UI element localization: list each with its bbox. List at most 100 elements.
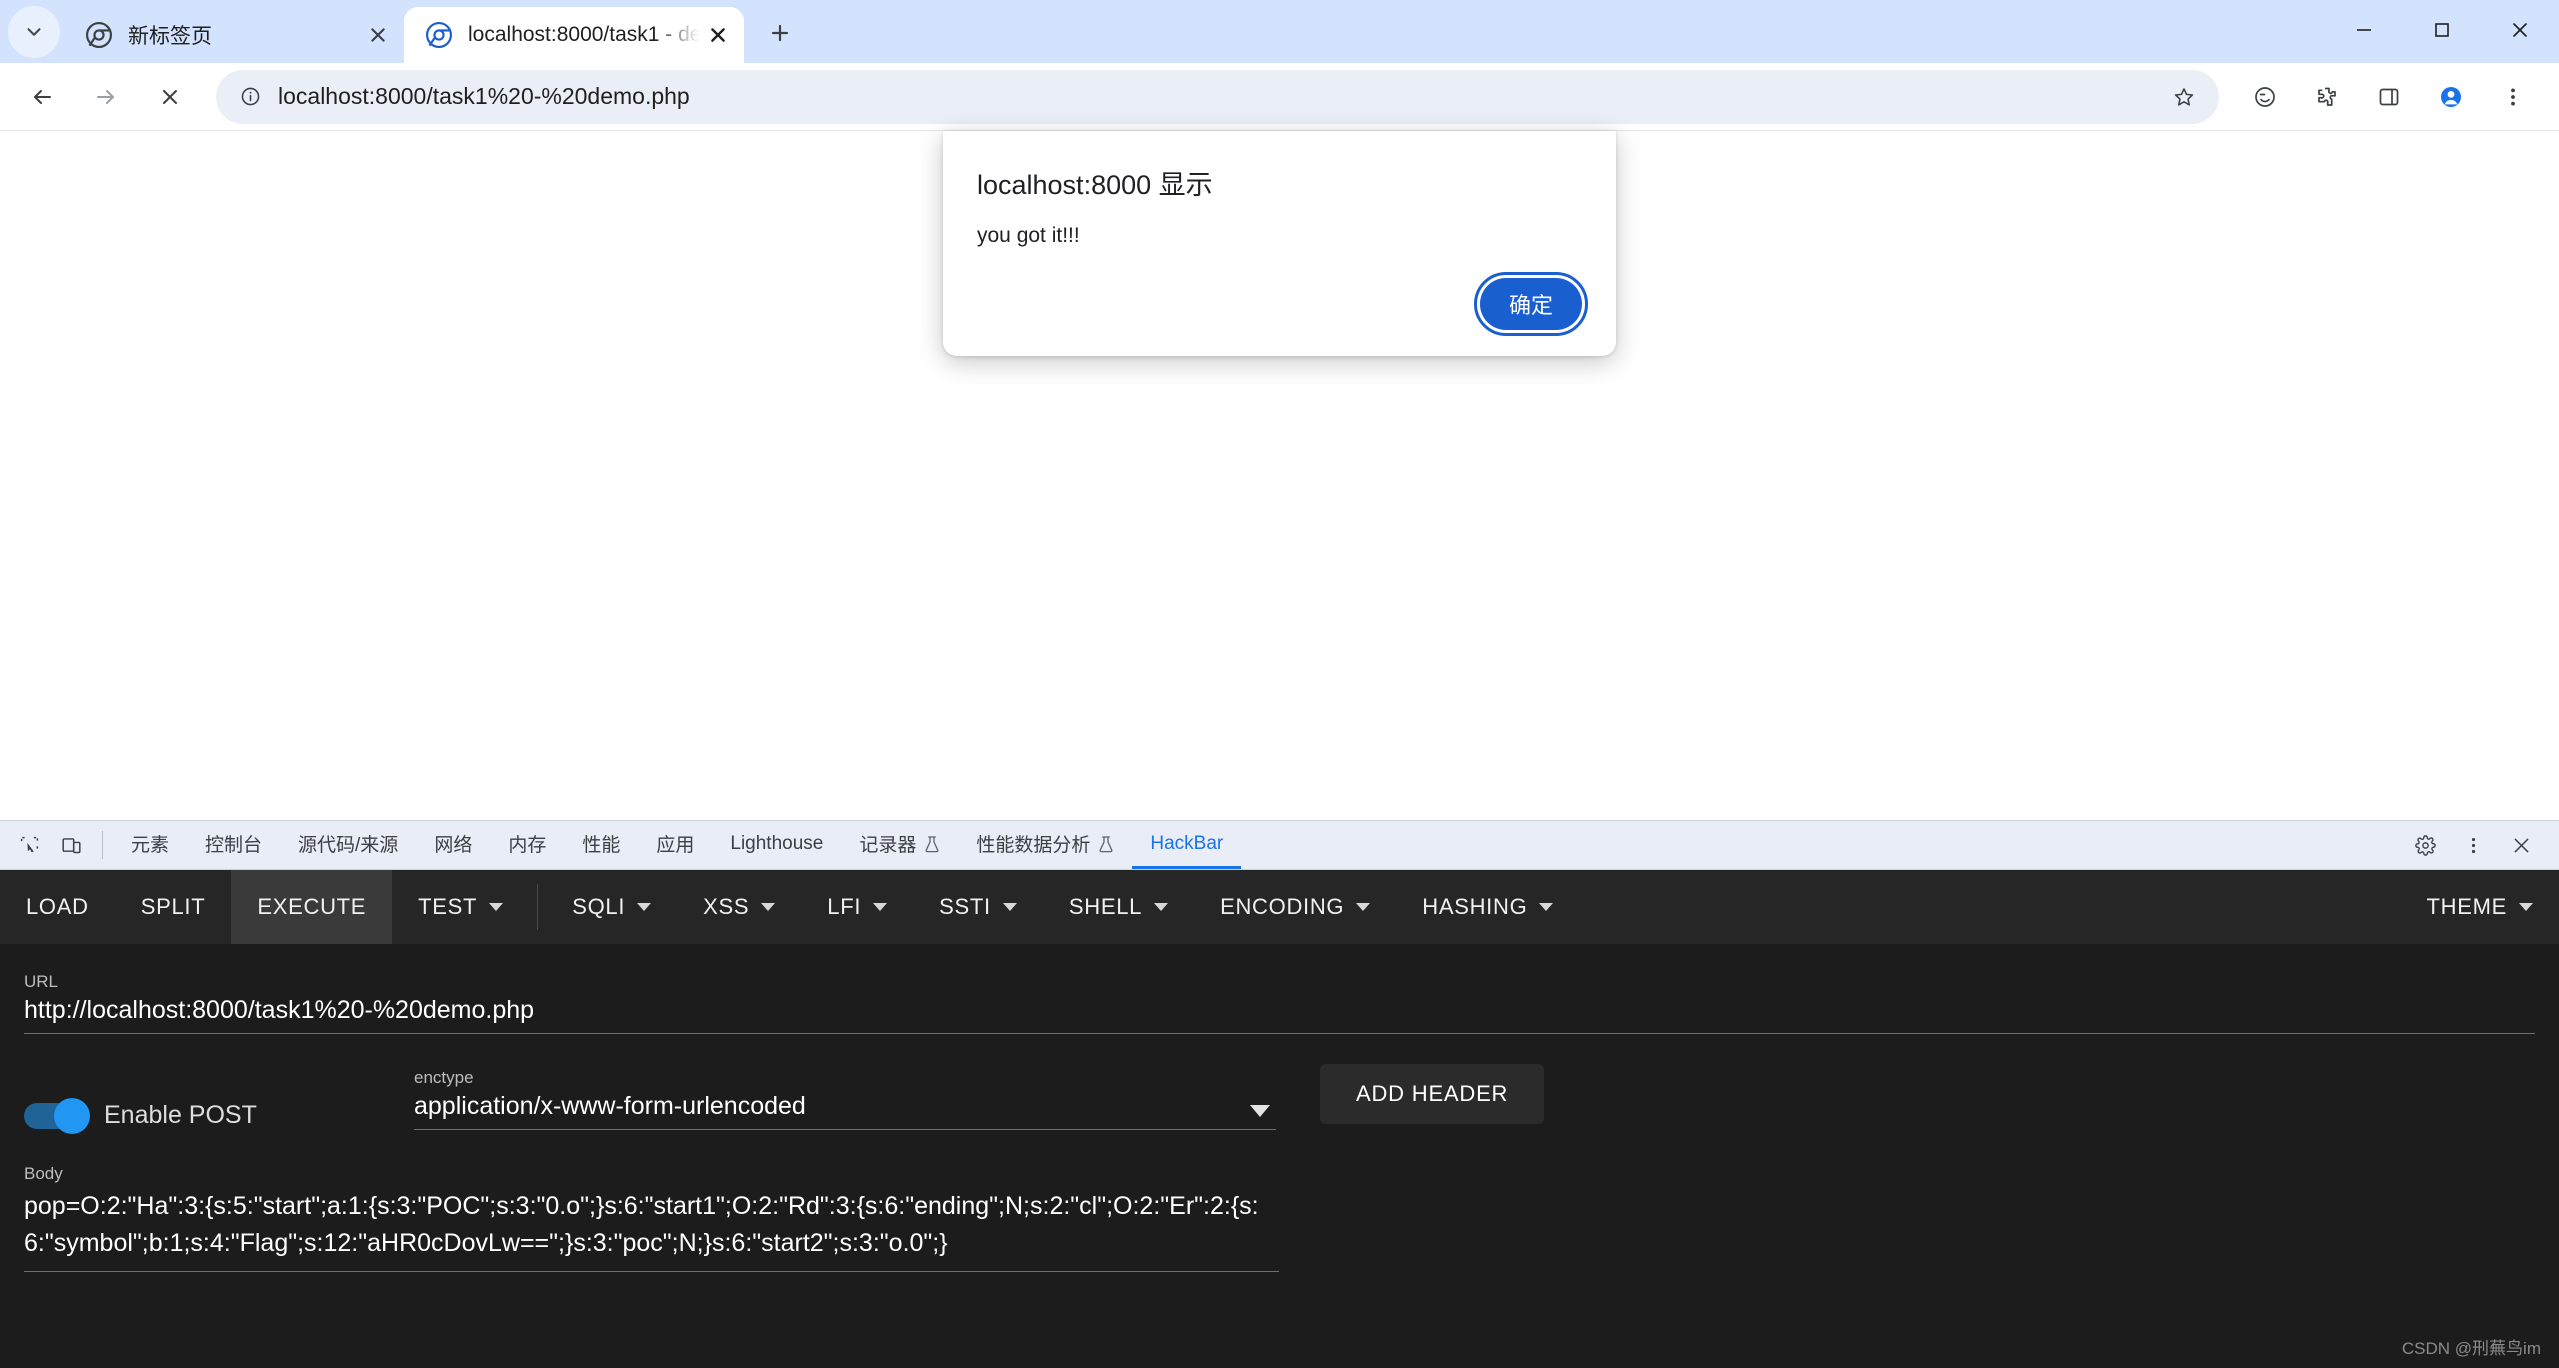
device-toolbar-icon[interactable]: [50, 821, 92, 869]
hackbar-theme-menu[interactable]: THEME: [2401, 870, 2559, 944]
hackbar-shell-menu[interactable]: SHELL: [1043, 870, 1194, 944]
body-field-label: Body: [24, 1164, 63, 1183]
browser-tabstrip: 新标签页 localhost:8000/task1 - demo.: [0, 0, 806, 63]
more-options-icon[interactable]: [2449, 835, 2497, 856]
experiment-flask-icon: [1098, 835, 1114, 853]
window-controls: [2325, 0, 2559, 60]
chevron-down-icon: [1002, 903, 1017, 911]
body-field-row: Body pop=O:2:"Ha":3:{s:5:"start";a:1:{s:…: [24, 1164, 1279, 1272]
chevron-down-icon: [637, 903, 652, 911]
enctype-select[interactable]: application/x-www-form-urlencoded: [414, 1092, 1276, 1129]
enctype-label: enctype: [414, 1068, 474, 1087]
browser-tab-title: 新标签页: [128, 25, 212, 48]
devtools-tab-application[interactable]: 应用: [638, 821, 712, 869]
hackbar-xss-menu[interactable]: XSS: [677, 870, 801, 944]
devtools-tab-elements[interactable]: 元素: [113, 821, 187, 869]
hackbar-form: URL http://localhost:8000/task1%20-%20de…: [0, 944, 2559, 1368]
hackbar-panel: LOAD SPLIT EXECUTE TEST SQLI XSS LFI SST…: [0, 870, 2559, 1368]
url-field-underline: [24, 1033, 2535, 1034]
browser-tab-1[interactable]: localhost:8000/task1 - demo.: [404, 7, 744, 63]
enable-post-label: Enable POST: [104, 1101, 257, 1129]
devtools-tab-network[interactable]: 网络: [416, 821, 490, 869]
hackbar-test-menu[interactable]: TEST: [392, 870, 529, 944]
toggle-knob: [54, 1097, 90, 1134]
hackbar-execute-button[interactable]: EXECUTE: [231, 870, 393, 944]
dialog-ok-button[interactable]: 确定: [1474, 272, 1588, 336]
tab-close-icon[interactable]: [700, 17, 736, 53]
tab-search-chevron-icon[interactable]: [8, 6, 60, 58]
tab-label: 性能: [582, 835, 621, 856]
enctype-field-underline: [414, 1129, 1276, 1130]
hackbar-load-button[interactable]: LOAD: [0, 870, 115, 944]
devtools-panel: 元素 控制台 源代码/来源 网络 内存 性能 应用 Lighthouse 记录器…: [0, 820, 2559, 1368]
hackbar-lfi-menu[interactable]: LFI: [801, 870, 913, 944]
minimize-icon[interactable]: [2325, 0, 2403, 60]
button-label: LFI: [827, 894, 862, 919]
devtools-tab-memory[interactable]: 内存: [490, 821, 564, 869]
close-icon[interactable]: [2481, 0, 2559, 60]
devtools-tab-performance[interactable]: 性能: [564, 821, 638, 869]
close-devtools-icon[interactable]: [2497, 835, 2545, 856]
profile-avatar-icon[interactable]: [2423, 69, 2479, 125]
tab-label: 内存: [508, 835, 547, 856]
settings-gear-icon[interactable]: [2401, 834, 2449, 856]
body-field-underline: [24, 1271, 1279, 1272]
body-input[interactable]: pop=O:2:"Ha":3:{s:5:"start";a:1:{s:3:"PO…: [24, 1188, 1279, 1271]
toolbar-divider: [537, 884, 539, 930]
hackbar-encoding-menu[interactable]: ENCODING: [1194, 870, 1396, 944]
chrome-icon: [86, 22, 112, 48]
omnibox[interactable]: localhost:8000/task1%20-%20demo.php: [216, 69, 2219, 124]
maximize-icon[interactable]: [2403, 0, 2481, 60]
add-header-button[interactable]: ADD HEADER: [1320, 1064, 1545, 1124]
hackbar-toolbar: LOAD SPLIT EXECUTE TEST SQLI XSS LFI SST…: [0, 870, 2559, 944]
chevron-down-icon: [1356, 903, 1371, 911]
devtools-tab-console[interactable]: 控制台: [187, 821, 280, 869]
extensions-puzzle-icon[interactable]: [2299, 69, 2355, 125]
url-input[interactable]: http://localhost:8000/task1%20-%20demo.p…: [24, 996, 2535, 1033]
arrow-back-icon[interactable]: [14, 69, 70, 125]
tab-close-icon[interactable]: [360, 17, 396, 53]
screen-root: 新标签页 localhost:8000/task1 - demo.: [0, 0, 2559, 1368]
hackbar-hashing-menu[interactable]: HASHING: [1396, 870, 1579, 944]
arrow-forward-icon[interactable]: [78, 69, 134, 125]
devtools-tab-performance-insights[interactable]: 性能数据分析: [958, 821, 1132, 869]
inspect-element-icon[interactable]: [8, 821, 50, 869]
tabbar-spacer: [1241, 821, 2380, 869]
devtools-tab-sources[interactable]: 源代码/来源: [280, 821, 416, 869]
side-panel-icon[interactable]: [2361, 69, 2417, 125]
enctype-value: application/x-www-form-urlencoded: [414, 1092, 806, 1120]
toolbar-divider: [102, 831, 103, 859]
chevron-down-icon: [1539, 903, 1554, 911]
tab-label: 源代码/来源: [298, 835, 399, 856]
devtools-tab-hackbar[interactable]: HackBar: [1132, 821, 1242, 869]
enable-post-toggle[interactable]: Enable POST: [24, 1097, 414, 1134]
star-icon[interactable]: [2163, 76, 2205, 118]
devtools-tab-lighthouse[interactable]: Lighthouse: [712, 821, 841, 869]
button-label: SSTI: [939, 894, 991, 919]
button-label: XSS: [703, 894, 750, 919]
chevron-down-icon: [873, 903, 888, 911]
browser-tab-0[interactable]: 新标签页: [64, 7, 404, 63]
stop-loading-icon[interactable]: [142, 69, 198, 125]
info-circle-icon[interactable]: [230, 77, 270, 117]
chevron-down-icon: [489, 903, 504, 911]
kebab-menu-icon[interactable]: [2485, 69, 2541, 125]
enctype-field[interactable]: enctype application/x-www-form-urlencode…: [414, 1068, 1276, 1130]
hackbar-sqli-menu[interactable]: SQLI: [546, 870, 677, 944]
new-tab-button[interactable]: [754, 7, 806, 59]
javascript-alert-dialog: localhost:8000 显示 you got it!!! 确定: [943, 131, 1616, 356]
omnibox-url-text: localhost:8000/task1%20-%20demo.php: [278, 83, 690, 109]
chevron-down-icon: [761, 903, 776, 911]
button-label: TEST: [418, 894, 478, 919]
devtools-tab-recorder[interactable]: 记录器: [841, 821, 958, 869]
button-label: HASHING: [1422, 894, 1528, 919]
hackbar-split-button[interactable]: SPLIT: [115, 870, 232, 944]
hackbar-ssti-menu[interactable]: SSTI: [913, 870, 1043, 944]
button-label: THEME: [2426, 894, 2507, 919]
tab-label: HackBar: [1150, 832, 1224, 854]
toggle-switch[interactable]: [24, 1097, 90, 1134]
tab-label: 应用: [656, 835, 695, 856]
chevron-down-icon: [2519, 903, 2533, 911]
smiley-icon[interactable]: [2237, 69, 2293, 125]
button-label: SQLI: [572, 894, 626, 919]
